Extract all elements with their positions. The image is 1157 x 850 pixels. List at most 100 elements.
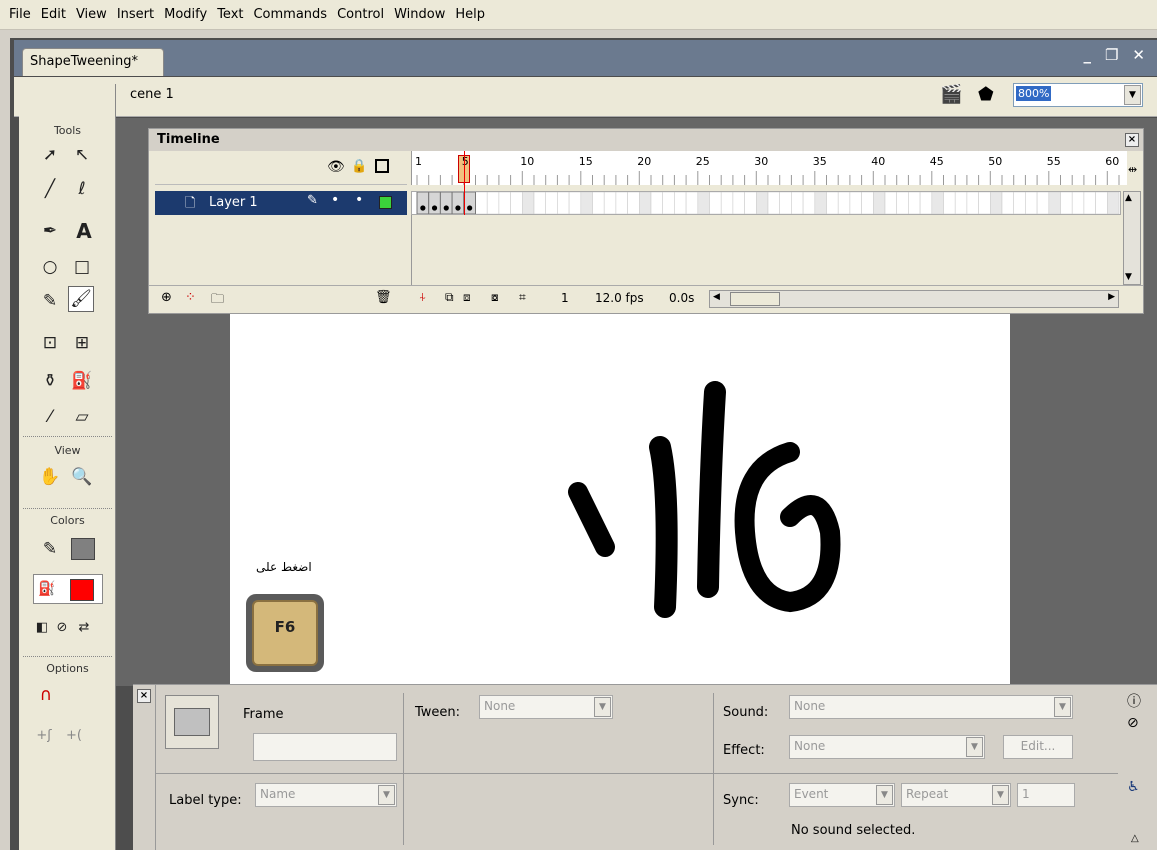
zoom-tool-icon[interactable]: 🔍 bbox=[69, 464, 95, 490]
motion-guide-icon[interactable]: ⁘ bbox=[185, 290, 196, 305]
layer-name[interactable]: Layer 1 bbox=[209, 195, 258, 210]
menu-window[interactable]: Window bbox=[389, 0, 450, 30]
hand-tool-icon[interactable]: ✋ bbox=[37, 464, 63, 490]
zoom-select[interactable]: 800% ▼ bbox=[1013, 83, 1143, 107]
pencil-tool-icon[interactable]: ✎ bbox=[37, 288, 63, 314]
edit-scene-icon[interactable]: 🎬 bbox=[940, 84, 962, 105]
close-icon[interactable]: × bbox=[1125, 133, 1139, 147]
chevron-down-icon[interactable]: ▼ bbox=[1124, 85, 1141, 105]
onion-outline-icon[interactable]: ⧈ bbox=[463, 290, 471, 305]
straighten-icon[interactable]: +( bbox=[61, 722, 87, 748]
horizontal-scrollbar[interactable]: ◀ ▶ bbox=[709, 290, 1119, 308]
sound-select[interactable]: None ▼ bbox=[789, 695, 1073, 719]
edit-sound-button[interactable]: Edit... bbox=[1003, 735, 1073, 759]
paint-bucket-icon[interactable]: ⛽ bbox=[69, 368, 95, 394]
pen-tool-icon[interactable]: ✒ bbox=[37, 218, 63, 244]
brush-tool-icon[interactable]: 🖌 bbox=[68, 286, 94, 312]
menu-modify[interactable]: Modify bbox=[159, 0, 212, 30]
layer-color-swatch[interactable] bbox=[379, 196, 392, 209]
menu-commands[interactable]: Commands bbox=[248, 0, 332, 30]
frame-rate[interactable]: 12.0 fps bbox=[595, 291, 644, 305]
edit-symbols-icon[interactable]: ⬟ bbox=[978, 84, 994, 105]
chevron-down-icon[interactable]: ▼ bbox=[594, 697, 611, 717]
menu-insert[interactable]: Insert bbox=[112, 0, 159, 30]
accessibility-icon[interactable]: ♿ bbox=[1127, 779, 1140, 795]
layer-row[interactable]: 🗋 Layer 1 ✎ • • bbox=[155, 191, 407, 215]
effect-select[interactable]: None ▼ bbox=[789, 735, 985, 759]
label-type-select[interactable]: Name ▼ bbox=[255, 783, 397, 807]
rectangle-tool-icon[interactable]: □ bbox=[69, 254, 95, 280]
delete-layer-icon[interactable]: 🗑 bbox=[375, 290, 392, 305]
edit-multiple-icon[interactable]: ⧇ bbox=[491, 290, 499, 305]
frame-name-input[interactable] bbox=[253, 733, 397, 761]
arrow-up-icon[interactable]: ▲ bbox=[1125, 193, 1132, 203]
stage[interactable]: اضغط على F6 bbox=[230, 312, 1010, 684]
frame-cell bbox=[989, 192, 1003, 214]
minimize-icon[interactable]: _ bbox=[1083, 46, 1091, 64]
chevron-down-icon[interactable]: ▼ bbox=[1054, 697, 1071, 717]
eraser-icon[interactable]: ▱ bbox=[69, 404, 95, 430]
arabic-calligraphy-shape[interactable] bbox=[550, 372, 850, 622]
frame-strip[interactable] bbox=[411, 191, 1121, 215]
vertical-scrollbar[interactable]: ▲ ▼ bbox=[1123, 191, 1141, 285]
ink-bottle-icon[interactable]: ⚱ bbox=[37, 368, 63, 394]
smooth-icon[interactable]: +ʃ bbox=[31, 722, 57, 748]
onion-markers-icon[interactable]: ⌗ bbox=[519, 290, 526, 305]
repeat-count-input[interactable]: 1 bbox=[1017, 783, 1075, 807]
chevron-down-icon[interactable]: ▼ bbox=[876, 785, 893, 805]
frame-cell bbox=[978, 192, 991, 214]
repeat-select[interactable]: Repeat ▼ bbox=[901, 783, 1011, 807]
text-tool-icon[interactable]: A bbox=[71, 218, 97, 244]
fill-transform-icon[interactable]: ⊞ bbox=[69, 330, 95, 356]
restore-icon[interactable]: ❐ bbox=[1105, 46, 1118, 64]
menu-file[interactable]: File bbox=[4, 0, 36, 30]
eyedropper-icon[interactable]: ⁄ bbox=[37, 404, 63, 430]
visibility-dot[interactable]: • bbox=[331, 192, 339, 208]
menu-view[interactable]: View bbox=[71, 0, 112, 30]
oval-tool-icon[interactable]: ○ bbox=[37, 254, 63, 280]
frame-ruler[interactable]: 1 5 10 15 20 25 30 35 40 45 50 55 60 bbox=[411, 151, 1127, 185]
menu-text[interactable]: Text bbox=[212, 0, 248, 30]
menu-help[interactable]: Help bbox=[450, 0, 490, 30]
sync-select[interactable]: Event ▼ bbox=[789, 783, 895, 807]
lock-dot[interactable]: • bbox=[355, 192, 363, 208]
arrow-down-icon[interactable]: ▼ bbox=[1125, 272, 1132, 282]
timeline-title[interactable]: Timeline bbox=[149, 129, 1143, 151]
onion-skin-icon[interactable]: ⧉ bbox=[445, 290, 454, 305]
close-icon[interactable]: ✕ bbox=[1132, 46, 1145, 64]
open-panel-icon[interactable]: ⊘ bbox=[1127, 715, 1139, 731]
arrow-left-icon[interactable]: ◀ bbox=[713, 292, 720, 302]
stroke-color-swatch[interactable] bbox=[71, 538, 95, 560]
fill-color-swatch[interactable] bbox=[70, 579, 94, 601]
free-transform-icon[interactable]: ⊡ bbox=[37, 330, 63, 356]
outline-icon[interactable] bbox=[375, 159, 389, 173]
frame-cell bbox=[674, 192, 687, 214]
tween-select[interactable]: None ▼ bbox=[479, 695, 613, 719]
center-frame-icon[interactable]: ⍭ bbox=[419, 290, 426, 305]
chevron-down-icon[interactable]: ▼ bbox=[992, 785, 1009, 805]
collapse-icon[interactable]: △ bbox=[1131, 833, 1139, 844]
close-icon[interactable]: × bbox=[137, 689, 151, 703]
scene-label[interactable]: cene 1 bbox=[130, 87, 174, 102]
eye-icon[interactable]: 👁 bbox=[327, 159, 345, 175]
lasso-tool-icon[interactable]: ℓ bbox=[69, 176, 95, 202]
frame-cell bbox=[627, 192, 640, 214]
arrow-tool-icon[interactable]: ➚ bbox=[37, 142, 63, 168]
menu-edit[interactable]: Edit bbox=[36, 0, 71, 30]
scroll-thumb[interactable] bbox=[730, 292, 780, 306]
menu-control[interactable]: Control bbox=[332, 0, 389, 30]
chevron-down-icon[interactable]: ▼ bbox=[378, 785, 395, 805]
frame-cell bbox=[475, 192, 488, 214]
subselect-tool-icon[interactable]: ↖ bbox=[69, 142, 95, 168]
help-icon[interactable]: ⓘ bbox=[1127, 691, 1141, 711]
document-tab[interactable]: ShapeTweening* bbox=[22, 48, 164, 76]
insert-folder-icon[interactable]: 🗀 bbox=[211, 290, 224, 312]
swap-colors-icon[interactable]: ⇄ bbox=[71, 614, 97, 640]
arrow-right-icon[interactable]: ▶ bbox=[1108, 292, 1115, 302]
insert-layer-icon[interactable]: ⊕ bbox=[161, 290, 172, 305]
center-frame-icon[interactable]: ⇹ bbox=[1128, 163, 1137, 176]
line-tool-icon[interactable]: ╱ bbox=[37, 176, 63, 202]
chevron-down-icon[interactable]: ▼ bbox=[966, 737, 983, 757]
snap-magnet-icon[interactable]: ∩ bbox=[33, 682, 59, 708]
lock-icon[interactable]: 🔒 bbox=[351, 159, 367, 174]
